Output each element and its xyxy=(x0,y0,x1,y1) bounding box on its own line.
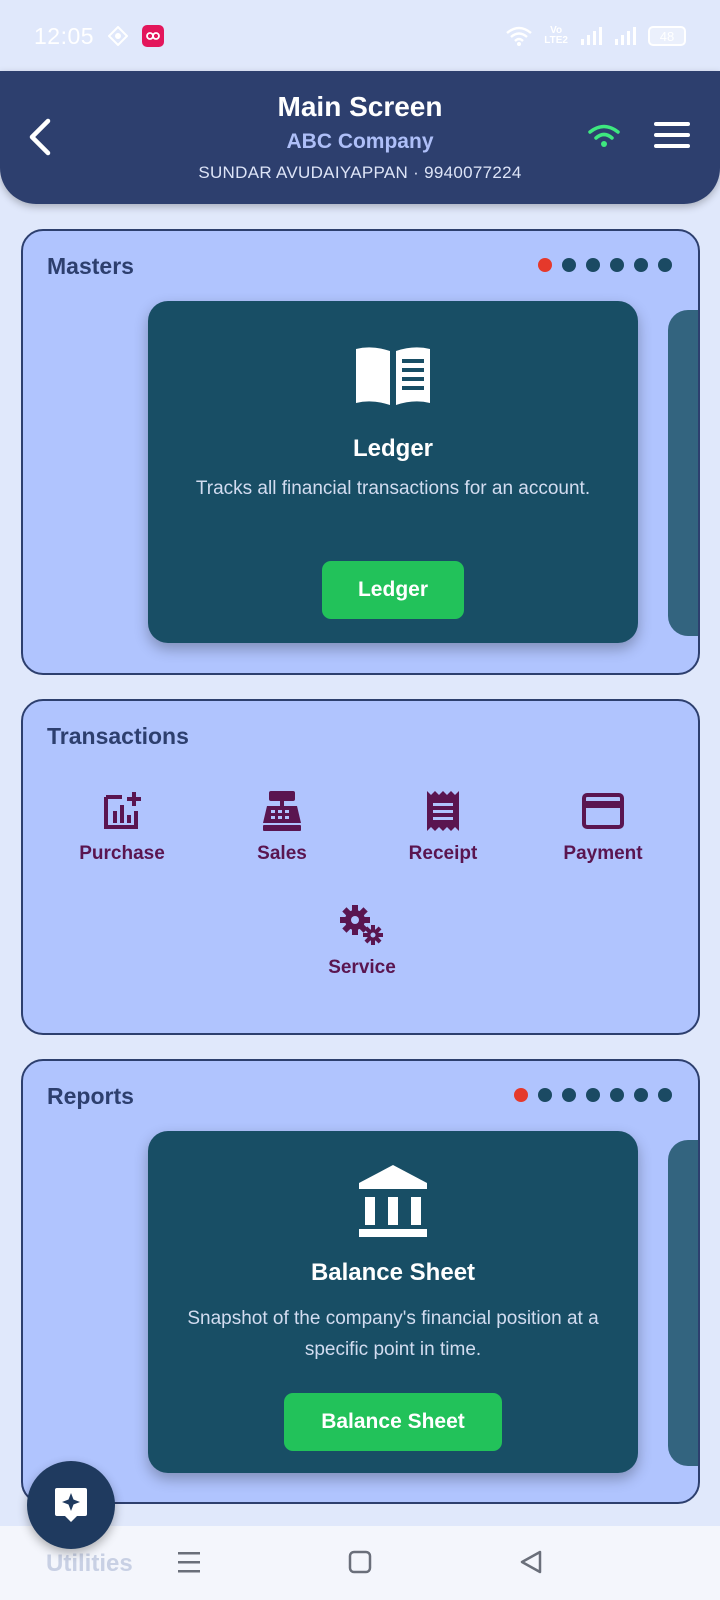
balance-sheet-button[interactable]: Balance Sheet xyxy=(284,1393,502,1451)
carousel-dot[interactable] xyxy=(610,1088,624,1102)
carousel-slide[interactable]: Balance Sheet Snapshot of the company's … xyxy=(148,1131,638,1473)
carousel-dot[interactable] xyxy=(610,258,624,272)
carousel-dot[interactable] xyxy=(514,1088,528,1102)
payment-button[interactable]: Payment xyxy=(533,791,673,865)
receipt-icon xyxy=(427,791,459,831)
carousel-indicator xyxy=(514,1088,672,1102)
battery-icon: 48 xyxy=(648,26,686,46)
ledger-button[interactable]: Ledger xyxy=(322,561,464,619)
add-chart-icon xyxy=(104,792,141,829)
cash-register-icon xyxy=(263,791,301,831)
purchase-label: Purchase xyxy=(79,843,165,864)
reports-section: Reports Balance Sheet Snapshot of the co… xyxy=(21,1059,700,1504)
carousel-dot[interactable] xyxy=(562,1088,576,1102)
sales-button[interactable]: Sales xyxy=(212,791,352,865)
sales-label: Sales xyxy=(257,843,307,864)
receipt-label: Receipt xyxy=(408,843,478,864)
transactions-section: Transactions Purchase Sales Receipt Paym… xyxy=(21,699,700,1035)
section-title: Reports xyxy=(47,1083,134,1109)
utilities-section-title: Utilities xyxy=(46,1550,133,1577)
status-time: 12:05 xyxy=(34,22,95,49)
connection-wifi-icon xyxy=(588,124,620,147)
system-back-icon[interactable] xyxy=(516,1547,546,1577)
carousel-dot[interactable] xyxy=(538,1088,552,1102)
section-title: Masters xyxy=(47,253,134,279)
app-notification-icon xyxy=(142,25,165,47)
next-slide-peek[interactable] xyxy=(668,1140,698,1466)
slide-title: Ledger xyxy=(352,435,433,462)
bank-building-icon xyxy=(359,1165,427,1237)
carousel-indicator xyxy=(538,258,672,272)
carousel-dot[interactable] xyxy=(634,258,648,272)
carousel-dot[interactable] xyxy=(586,1088,600,1102)
book-open-icon xyxy=(356,347,430,405)
purchase-button[interactable]: Purchase xyxy=(52,791,192,865)
section-title: Transactions xyxy=(47,723,189,749)
hamburger-menu-icon[interactable] xyxy=(654,120,690,150)
sparkle-chat-icon xyxy=(55,1488,87,1522)
slide-description: Snapshot of the company's financial posi… xyxy=(187,1308,599,1360)
carousel-slide[interactable]: Ledger Tracks all financial transactions… xyxy=(148,301,638,643)
app-header: Main Screen ABC Company SUNDAR AVUDAIYAP… xyxy=(0,71,720,204)
signal-icon xyxy=(615,27,636,45)
wifi-status-icon xyxy=(506,26,533,46)
carousel-dot[interactable] xyxy=(538,258,552,272)
service-label: Service xyxy=(328,957,396,978)
recent-apps-icon[interactable] xyxy=(174,1547,204,1577)
masters-section: Masters Ledger Tracks all financial tran… xyxy=(21,229,700,675)
signal-icon xyxy=(581,27,602,45)
payment-label: Payment xyxy=(563,843,643,864)
service-button[interactable]: Service xyxy=(292,905,432,979)
page-title: Main Screen xyxy=(277,91,443,122)
receipt-button[interactable]: Receipt xyxy=(373,791,513,865)
user-info: SUNDAR AVUDAIYAPPAN · 9940077224 xyxy=(198,163,522,182)
carousel-dot[interactable] xyxy=(562,258,576,272)
gears-icon xyxy=(340,905,383,945)
volte-indicator: Vo LTE2 xyxy=(544,25,568,46)
slide-title: Balance Sheet xyxy=(310,1259,476,1286)
assistant-fab-button[interactable] xyxy=(27,1461,115,1549)
vpn-diamond-icon xyxy=(108,26,129,46)
carousel-dot[interactable] xyxy=(658,258,672,272)
home-icon[interactable] xyxy=(345,1547,375,1577)
carousel-dot[interactable] xyxy=(634,1088,648,1102)
slide-description: Tracks all financial transactions for an… xyxy=(195,478,591,499)
credit-card-icon xyxy=(582,793,624,829)
status-bar: 12:05 Vo LTE2 48 xyxy=(0,0,720,72)
carousel-dot[interactable] xyxy=(586,258,600,272)
next-slide-peek[interactable] xyxy=(668,310,698,636)
carousel-dot[interactable] xyxy=(658,1088,672,1102)
